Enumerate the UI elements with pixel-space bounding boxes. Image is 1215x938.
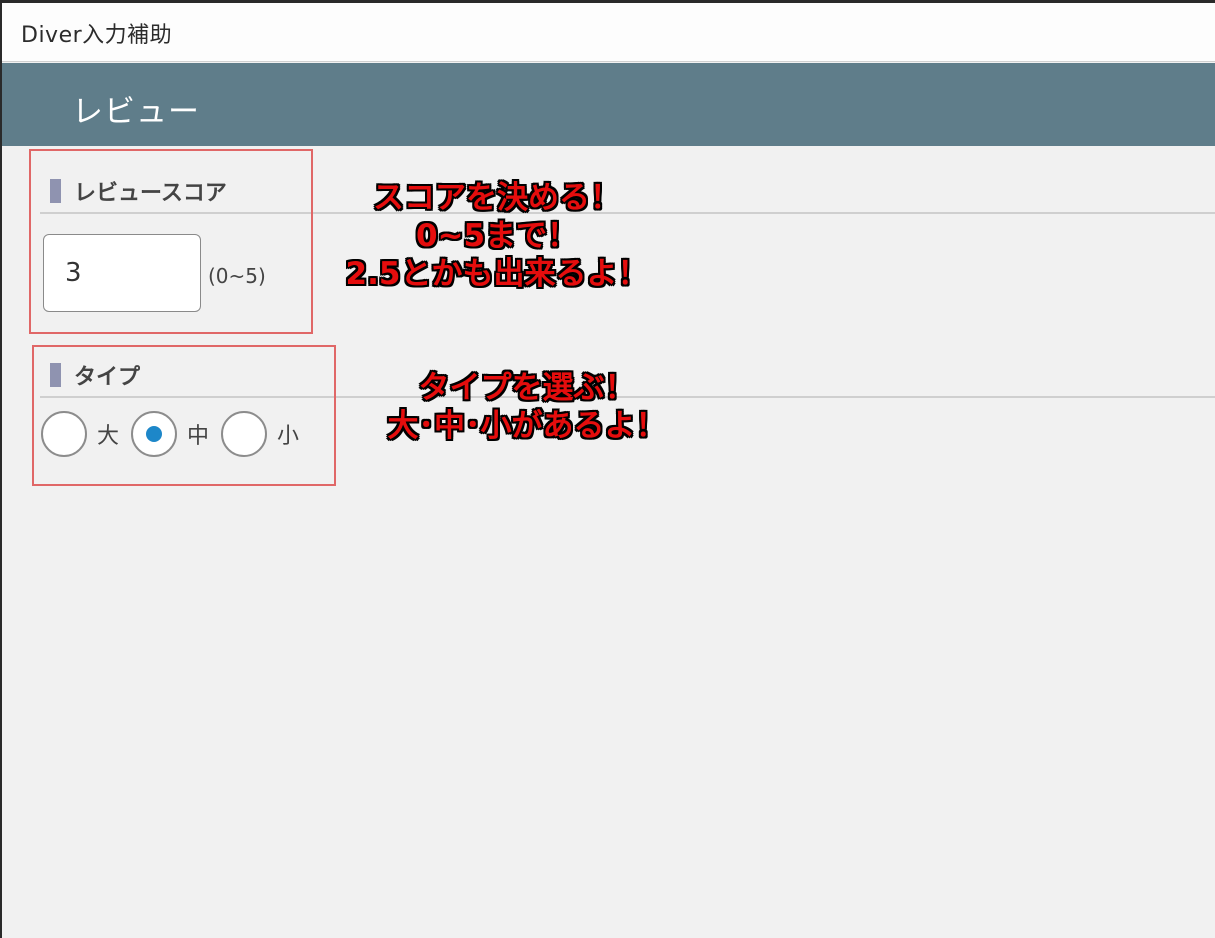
score-annotation: スコアを決める！ 0~5まで！ 2.5とかも出来るよ！ <box>332 179 662 293</box>
annotation-line: スコアを決める！ <box>372 179 622 217</box>
annotation-line: 0~5まで！ <box>415 217 579 255</box>
page-title: レビュー <box>72 94 200 130</box>
annotation-line: 2.5とかも出来るよ！ <box>345 255 649 293</box>
window-title: Diver入力補助 <box>21 23 173 48</box>
score-highlight-box <box>29 149 313 334</box>
annotation-line: 大･中･小があるよ！ <box>387 407 668 445</box>
page-header: レビュー <box>2 63 1215 146</box>
annotation-line: タイプを選ぶ！ <box>418 369 637 407</box>
type-highlight-box <box>32 345 336 486</box>
app-window: Diver入力補助 レビュー レビュースコア (0~5) タイプ 大 中 小 ス… <box>2 3 1215 938</box>
type-annotation: タイプを選ぶ！ 大･中･小があるよ！ <box>357 369 697 445</box>
title-bar: Diver入力補助 <box>2 3 1215 62</box>
